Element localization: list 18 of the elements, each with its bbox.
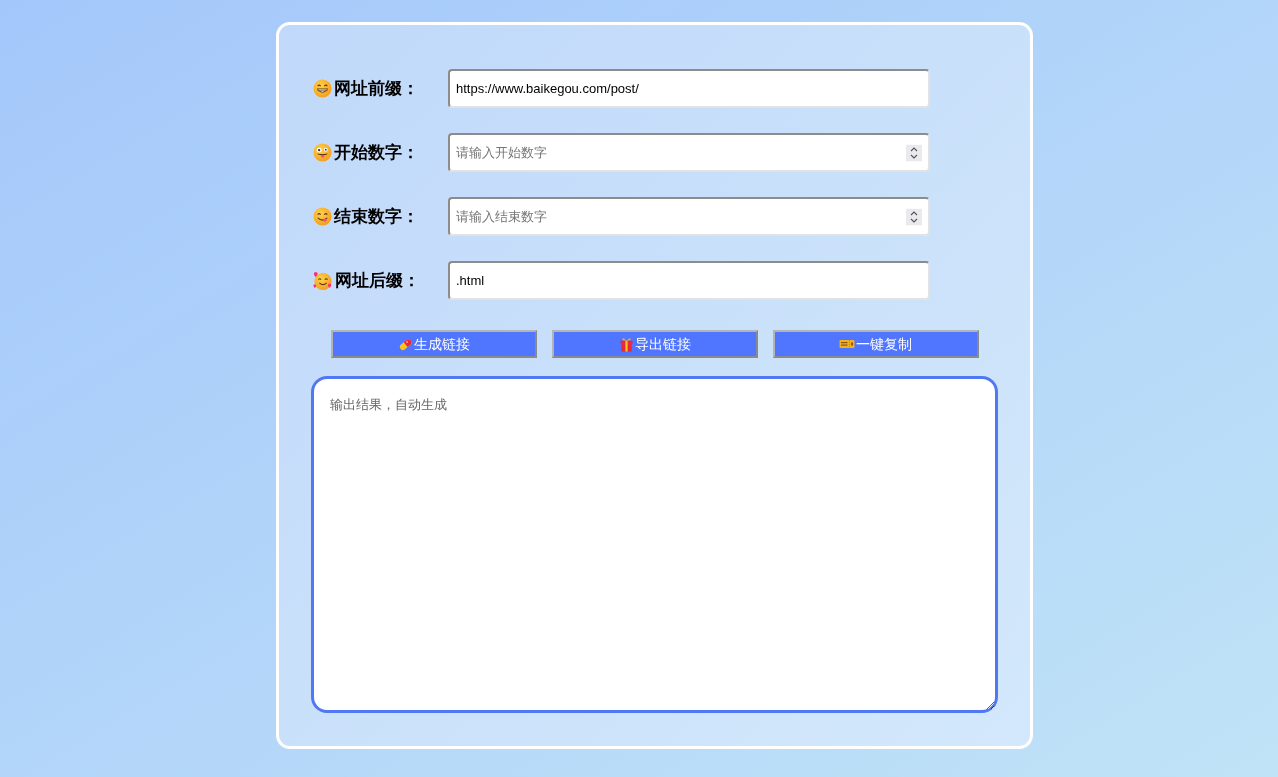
field-label: 网址后缀： (335, 268, 420, 292)
field-label: 网址前缀： (334, 76, 419, 100)
field-label: 结束数字： (334, 204, 419, 228)
field-label: 开始数字： (334, 140, 419, 164)
gift-icon (618, 336, 634, 352)
input-field[interactable]: https://www.baikegou.com/post/ (448, 69, 930, 108)
grinning-face-icon (313, 79, 332, 98)
tongue-face-icon (313, 143, 332, 162)
savoring-face-icon (313, 207, 332, 226)
input-field[interactable]: 请输入结束数字 (448, 197, 930, 236)
action-button[interactable]: 一键复制 (772, 330, 979, 358)
output-textarea[interactable]: 输出结果，自动生成 (311, 376, 998, 713)
action-button[interactable]: 生成链接 (330, 330, 537, 358)
action-button[interactable]: 导出链接 (551, 330, 758, 358)
hearts-face-icon (313, 270, 333, 291)
input-field[interactable]: 请输入开始数字 (448, 133, 930, 172)
ticket-icon (839, 339, 855, 349)
input-field[interactable]: .html (448, 261, 930, 300)
